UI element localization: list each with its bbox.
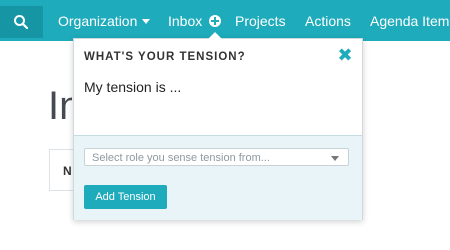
search-button[interactable] (0, 6, 43, 38)
tension-input[interactable]: My tension is ... (84, 79, 344, 95)
popover-footer: Select role you sense tension from... Ad… (74, 135, 362, 220)
chevron-down-icon (142, 19, 151, 24)
nav-agenda-item[interactable]: Agenda Item (370, 12, 449, 30)
nav-actions-label: Actions (305, 13, 351, 29)
add-tension-button[interactable]: Add Tension (84, 185, 167, 209)
nav-organization[interactable]: Organization (58, 12, 151, 30)
tension-popover: WHAT'S YOUR TENSION? ✖ My tension is ...… (73, 32, 363, 220)
nav-actions[interactable]: Actions (305, 12, 351, 30)
nav-projects[interactable]: Projects (235, 12, 286, 30)
close-icon[interactable]: ✖ (337, 46, 353, 64)
nav-agenda-label: Agenda Item (370, 13, 450, 29)
top-navigation-bar: Organization Inbox Projects Actions Agen… (0, 0, 450, 41)
nav-inbox-label: Inbox (168, 13, 203, 29)
nav-projects-label: Projects (235, 13, 286, 29)
search-icon (14, 15, 29, 30)
background-panel-label: N (63, 164, 72, 178)
popover-title: WHAT'S YOUR TENSION? (84, 51, 246, 63)
nav-inbox[interactable]: Inbox (168, 12, 202, 30)
plus-circle-icon[interactable] (209, 15, 221, 27)
role-select[interactable]: Select role you sense tension from... (84, 148, 349, 166)
role-select-placeholder: Select role you sense tension from... (92, 152, 270, 164)
chevron-down-icon (331, 156, 339, 161)
page-title: Inbox (48, 84, 72, 128)
nav-organization-label: Organization (58, 13, 138, 29)
